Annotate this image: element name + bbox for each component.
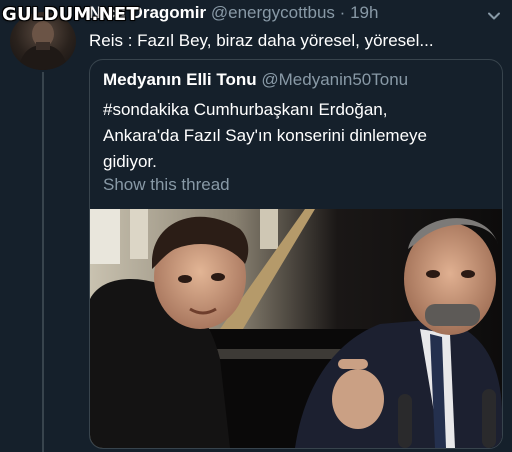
quoted-text-line: #sondakika Cumhurbaşkanı Erdoğan,	[103, 100, 388, 119]
user-handle[interactable]: @energycottbus	[211, 3, 335, 22]
quoted-photo[interactable]	[90, 209, 502, 448]
quoted-header: Medyanın Elli Tonu @Medyanin50Tonu	[103, 70, 408, 90]
show-thread-link[interactable]: Show this thread	[103, 175, 230, 195]
quoted-text-line: Ankara'da Fazıl Say'ın konserini dinleme…	[103, 126, 427, 145]
site-watermark: GULDUM.NET	[2, 4, 139, 25]
quoted-display-name[interactable]: Medyanın Elli Tonu	[103, 70, 257, 89]
tweet-text: Reis : Fazıl Bey, biraz daha yöresel, yö…	[89, 31, 434, 50]
quoted-text-line: gidiyor.	[103, 152, 157, 171]
chevron-down-icon[interactable]	[486, 8, 502, 24]
separator-dot: ·	[339, 3, 346, 22]
photo-image	[90, 209, 502, 448]
timestamp[interactable]: 19h	[350, 3, 378, 22]
quoted-tweet[interactable]: Medyanın Elli Tonu @Medyanin50Tonu #sond…	[89, 59, 503, 449]
quoted-text: #sondakika Cumhurbaşkanı Erdoğan, Ankara…	[103, 97, 483, 175]
thread-line	[42, 72, 44, 452]
quoted-handle[interactable]: @Medyanin50Tonu	[261, 70, 408, 89]
